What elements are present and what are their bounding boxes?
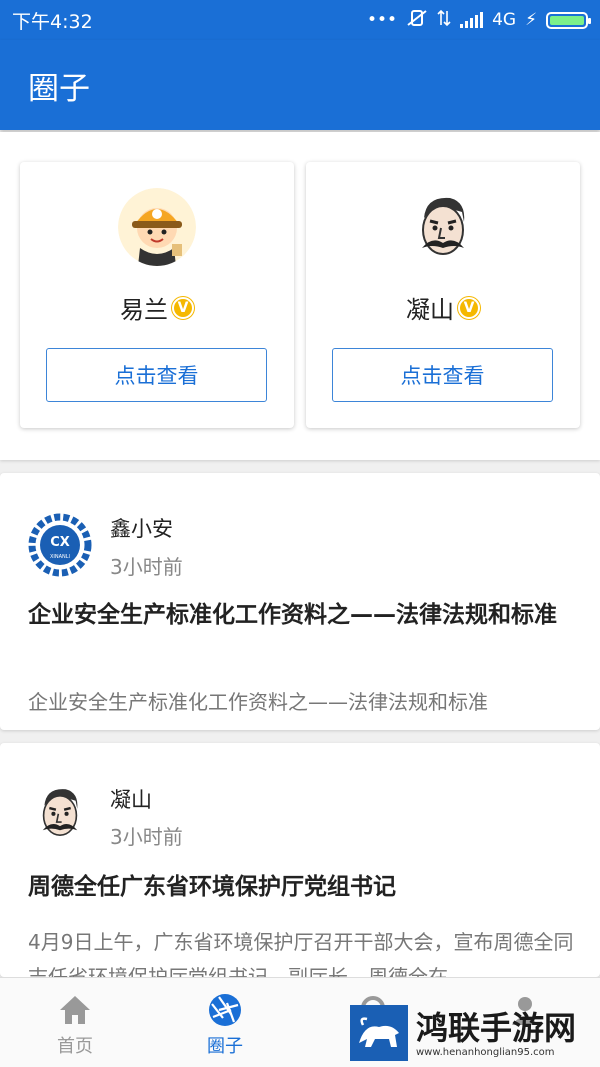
battery-icon	[546, 11, 591, 29]
home-icon	[60, 996, 90, 1024]
verified-badge-icon: V	[458, 296, 480, 319]
post-title[interactable]: 周德全任广东省环境保护厅党组书记	[28, 871, 576, 904]
tab-circle[interactable]: 圈子	[150, 978, 300, 1067]
miner-avatar-icon[interactable]	[118, 188, 196, 266]
view-profile-button[interactable]: 点击查看	[46, 348, 267, 402]
svg-text:CX: CX	[50, 535, 70, 550]
bull-logo-icon	[350, 1005, 408, 1061]
app-bar: 圈子	[0, 40, 600, 130]
post-summary: 企业安全生产标准化工作资料之——法律法规和标准	[28, 690, 488, 714]
more-dots-icon: •••	[366, 10, 398, 30]
tab-home[interactable]: 首页	[0, 978, 150, 1067]
network-type: 4G	[492, 10, 517, 30]
watermark-url: www.henanhonglian95.com	[416, 1046, 555, 1058]
charging-icon: ⚡	[525, 10, 537, 30]
post-card[interactable]: 凝山 3小时前 周德全任广东省环境保护厅党组书记 4月9日上午，广东省环境保护厅…	[0, 743, 600, 977]
post-time: 3小时前	[110, 555, 183, 579]
status-icons: ••• 4G ⚡	[366, 9, 591, 32]
featured-user-card: 凝山 V 点击查看	[306, 162, 580, 428]
post-summary: 4月9日上午，广东省环境保护厅召开干部大会，宣布周德全同志任省环境保护厅党组书记…	[28, 930, 574, 977]
mustache-man-avatar-icon[interactable]	[28, 781, 92, 845]
view-profile-button[interactable]: 点击查看	[332, 348, 553, 402]
featured-user-name: 凝山 V	[306, 290, 580, 325]
post-author[interactable]: 鑫小安	[110, 513, 173, 543]
aperture-icon	[209, 994, 241, 1026]
post-card[interactable]: CX XINANLI 鑫小安 3小时前 企业安全生产标准化工作资料之——法律法规…	[0, 473, 600, 730]
mustache-man-avatar-icon[interactable]	[404, 188, 482, 266]
signal-icon	[460, 12, 484, 28]
status-bar: 下午4:32 ••• 4G ⚡	[0, 0, 600, 40]
page-title: 圈子	[28, 70, 90, 107]
post-title[interactable]: 企业安全生产标准化工作资料之——法律法规和标准	[28, 599, 576, 632]
featured-users-section: 易兰 V 点击查看 凝山 V 点击查看	[0, 132, 600, 460]
verified-badge-icon: V	[172, 296, 194, 319]
post-time: 3小时前	[110, 825, 183, 849]
site-watermark: 鸿联手游网 www.henanhonglian95.com	[350, 1004, 598, 1062]
logo-text: XINANLI	[50, 554, 70, 560]
vibrate-off-icon	[406, 9, 428, 32]
data-arrows-icon	[437, 9, 451, 32]
featured-user-name: 易兰 V	[20, 290, 294, 325]
post-author[interactable]: 凝山	[110, 784, 152, 814]
featured-user-card: 易兰 V 点击查看	[20, 162, 294, 428]
status-time: 下午4:32	[12, 10, 93, 33]
watermark-title: 鸿联手游网	[416, 1008, 577, 1047]
company-logo-avatar[interactable]: CX XINANLI	[28, 513, 92, 577]
